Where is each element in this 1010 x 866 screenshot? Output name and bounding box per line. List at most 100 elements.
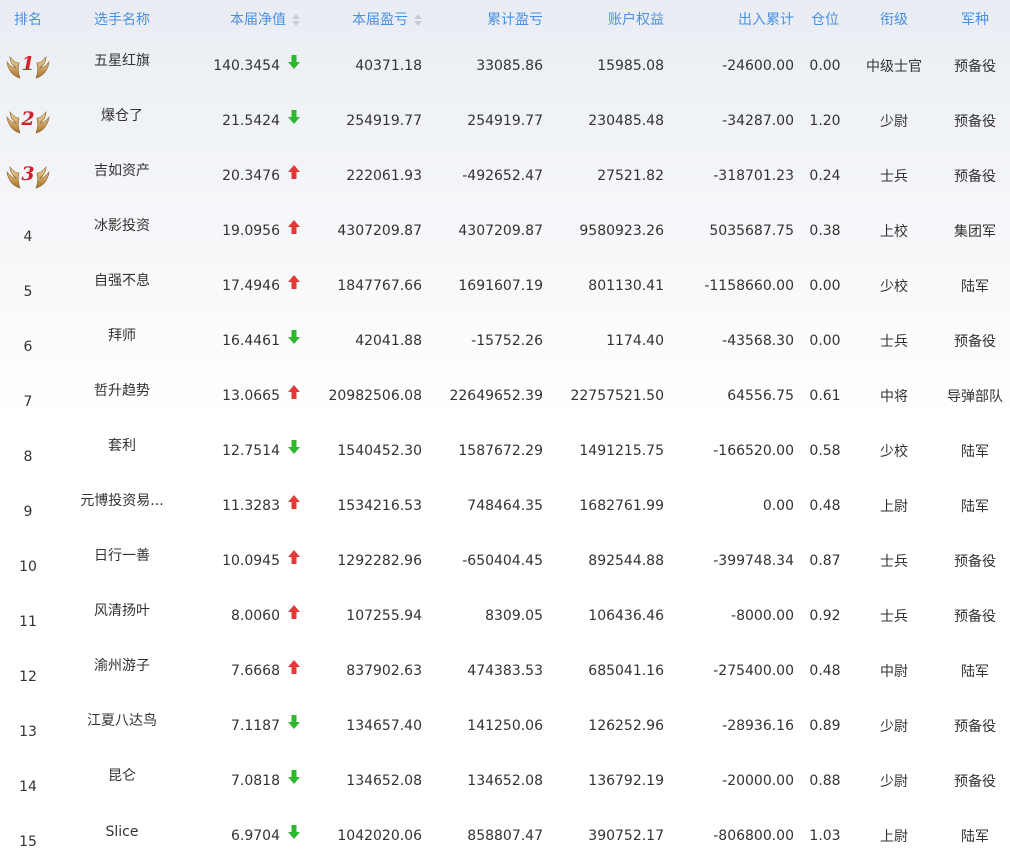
player-name-link[interactable]: 五星红旗 <box>94 50 150 70</box>
rank-number: 13 <box>19 723 37 740</box>
rank-number: 3 <box>21 162 35 185</box>
branch-value: 预备役 <box>954 553 996 570</box>
table-row: 6 拜师 16.4461 42041.88 -15752.26 1174.40 -43568… <box>0 313 1010 368</box>
trend-down-icon <box>288 769 300 784</box>
table-row: 15 Slice 6.9704 1042020.06 858807.47 390752.1… <box>0 808 1010 863</box>
equity-value: 1491215.75 <box>579 442 664 459</box>
title-value: 少尉 <box>880 718 908 735</box>
header-pnl-sort[interactable]: 本届盈亏 <box>308 0 430 38</box>
player-name-link[interactable]: 哲升趋势 <box>94 380 150 400</box>
player-name-link[interactable]: 元博投资易... <box>80 490 163 510</box>
equity-value: 15985.08 <box>597 57 664 74</box>
pnl-value: 1847767.66 <box>337 277 422 294</box>
trend-up-icon <box>288 219 300 234</box>
rank-number: 7 <box>23 393 33 410</box>
inout-value: 64556.75 <box>727 387 794 404</box>
table-row: 4 冰影投资 19.0956 4307209.87 4307209.87 9580923.… <box>0 203 1010 258</box>
table-row: 14 昆仑 7.0818 134652.08 134652.08 136792.19 -20… <box>0 753 1010 808</box>
pnl-value: 42041.88 <box>355 332 422 349</box>
player-name-link[interactable]: 自强不息 <box>94 270 150 290</box>
title-value: 少尉 <box>880 773 908 790</box>
nav-value: 6.9704 <box>231 827 280 844</box>
title-value: 上校 <box>880 223 908 240</box>
player-name-link[interactable]: 套利 <box>108 435 136 455</box>
branch-value: 陆军 <box>961 828 989 845</box>
table-row: 12 渝州游子 7.6668 837902.63 474383.53 685041.16 -… <box>0 643 1010 698</box>
player-name-link[interactable]: 吉如资产 <box>94 160 150 180</box>
inout-value: 5035687.75 <box>709 222 794 239</box>
pnl-value: 837902.63 <box>346 662 422 679</box>
cum-pnl-value: 254919.77 <box>467 112 543 129</box>
nav-value: 21.5424 <box>222 112 280 129</box>
sort-icon[interactable] <box>292 14 300 26</box>
cum-pnl-value: 1587672.29 <box>458 442 543 459</box>
pnl-value: 1534216.53 <box>337 497 422 514</box>
equity-value: 801130.41 <box>588 277 664 294</box>
rank-medal-icon: 1 <box>5 49 51 83</box>
rank-number: 10 <box>19 558 37 575</box>
player-name-link[interactable]: 爆仓了 <box>101 105 143 125</box>
table-row: 10 日行一善 10.0945 1292282.96 -650404.45 892544.… <box>0 533 1010 588</box>
title-value: 上尉 <box>880 498 908 515</box>
trend-down-icon <box>288 54 300 69</box>
nav-cell: 10.0945 <box>188 533 308 588</box>
player-name-link[interactable]: Slice <box>106 824 139 840</box>
rank-number: 15 <box>19 833 37 850</box>
rank-cell: 1 <box>0 38 56 93</box>
inout-value: -1158660.00 <box>704 277 794 294</box>
nav-value: 19.0956 <box>222 222 280 239</box>
rank-cell: 13 <box>0 698 56 753</box>
inout-value: 0.00 <box>762 497 794 514</box>
rank-cell: 11 <box>0 588 56 643</box>
title-value: 士兵 <box>880 168 908 185</box>
equity-value: 230485.48 <box>588 112 664 129</box>
pnl-value: 20982506.08 <box>328 387 422 404</box>
nav-cell: 21.5424 <box>188 93 308 148</box>
table-row: 13 江夏八达鸟 7.1187 134657.40 141250.06 126252.96… <box>0 698 1010 753</box>
player-name-link[interactable]: 冰影投资 <box>94 215 150 235</box>
cum-pnl-value: 22649652.39 <box>449 387 543 404</box>
trend-up-icon <box>288 274 300 289</box>
nav-cell: 7.6668 <box>188 643 308 698</box>
inout-value: -399748.34 <box>713 552 794 569</box>
player-name-link[interactable]: 风清扬叶 <box>94 600 150 620</box>
player-name-link[interactable]: 日行一善 <box>94 545 150 565</box>
trend-up-icon <box>288 164 300 179</box>
cum-pnl-value: 858807.47 <box>467 827 543 844</box>
rank-cell: 14 <box>0 753 56 808</box>
nav-cell: 19.0956 <box>188 203 308 258</box>
equity-value: 1174.40 <box>606 332 664 349</box>
rank-number: 14 <box>19 778 37 795</box>
position-value: 1.03 <box>809 827 841 844</box>
equity-value: 390752.17 <box>588 827 664 844</box>
branch-value: 预备役 <box>954 608 996 625</box>
table-body: 1 五星红旗 140.3454 40371.18 33085.86 15985.08 -24… <box>0 38 1010 863</box>
position-value: 0.88 <box>809 772 841 789</box>
equity-value: 22757521.50 <box>570 387 664 404</box>
inout-value: -20000.00 <box>722 772 794 789</box>
table-row: 1 五星红旗 140.3454 40371.18 33085.86 15985.08 -24… <box>0 38 1010 93</box>
trend-up-icon <box>288 549 300 564</box>
title-value: 中尉 <box>880 663 908 680</box>
rank-cell: 3 <box>0 148 56 203</box>
rank-cell: 6 <box>0 313 56 368</box>
nav-cell: 11.3283 <box>188 478 308 533</box>
nav-value: 11.3283 <box>222 497 280 514</box>
pnl-value: 107255.94 <box>346 607 422 624</box>
header-nav-sort[interactable]: 本届净值 <box>188 0 308 38</box>
player-name-link[interactable]: 渝州游子 <box>94 655 150 675</box>
player-name-link[interactable]: 江夏八达鸟 <box>87 710 157 730</box>
table-row: 8 套利 12.7514 1540452.30 1587672.29 1491215.75… <box>0 423 1010 478</box>
branch-value: 导弹部队 <box>947 388 1003 405</box>
branch-value: 陆军 <box>961 278 989 295</box>
nav-value: 7.0818 <box>231 772 280 789</box>
equity-value: 9580923.26 <box>579 222 664 239</box>
table-row: 11 风清扬叶 8.0060 107255.94 8309.05 106436.46 -80… <box>0 588 1010 643</box>
position-value: 0.61 <box>809 387 841 404</box>
title-value: 少校 <box>880 443 908 460</box>
nav-cell: 7.0818 <box>188 753 308 808</box>
inout-value: -28936.16 <box>722 717 794 734</box>
sort-icon[interactable] <box>414 14 422 26</box>
player-name-link[interactable]: 昆仑 <box>108 765 136 785</box>
player-name-link[interactable]: 拜师 <box>108 325 136 345</box>
